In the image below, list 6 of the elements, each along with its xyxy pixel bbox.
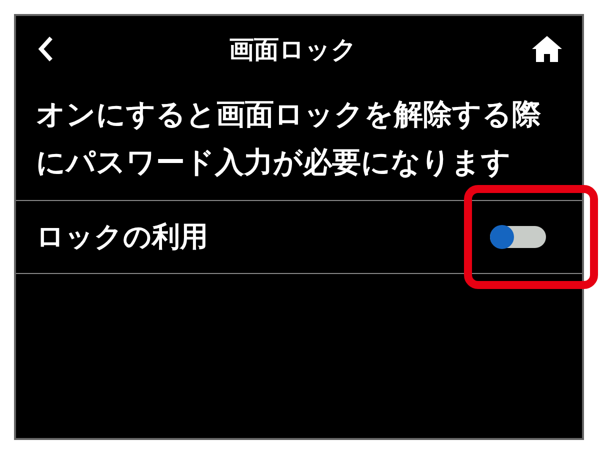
back-icon[interactable] [38,36,54,62]
toggle-switch[interactable] [490,226,546,248]
screen-title: 画面ロック [229,34,357,66]
description-text: オンにすると画面ロックを解除する際にパスワード入力が必要になります [35,96,542,181]
setting-label: ロックの利用 [36,219,208,255]
home-icon[interactable] [532,36,562,62]
